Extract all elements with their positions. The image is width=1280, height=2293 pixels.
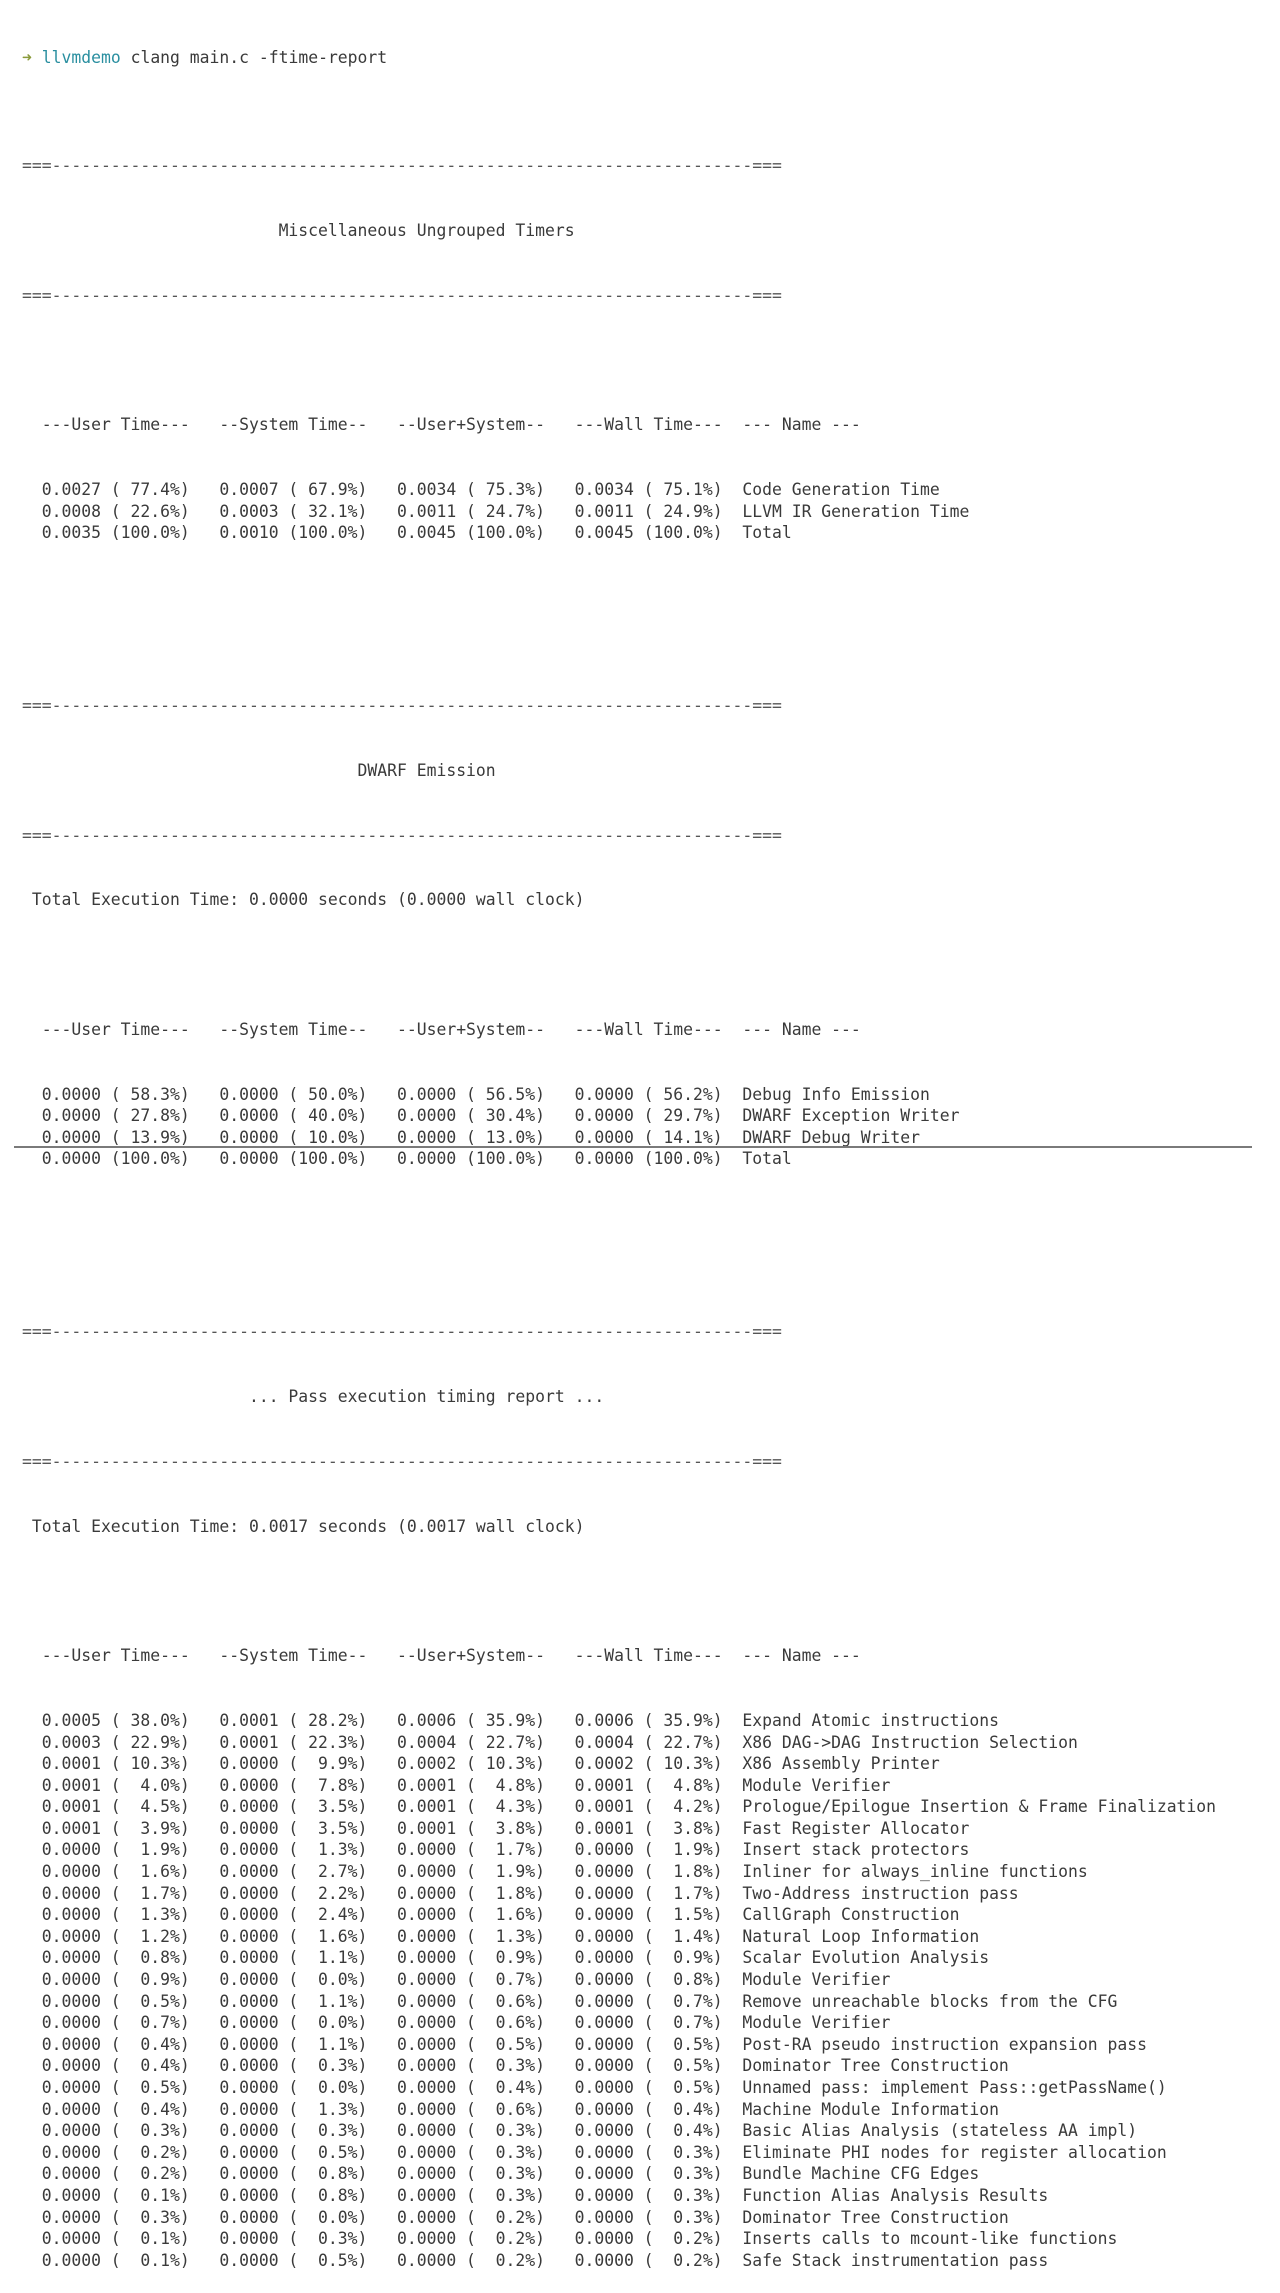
table-row: 0.0000 ( 1.6%) 0.0000 ( 2.7%) 0.0000 ( 1… (22, 1862, 1088, 1882)
total-execution-time: Total Execution Time: 0.0017 seconds (0.… (22, 1516, 585, 1536)
section-separator: ===-------------------------------------… (22, 285, 782, 305)
prompt-command: clang main.c -ftime-report (130, 48, 388, 68)
table-row: 0.0000 ( 27.8%) 0.0000 ( 40.0%) 0.0000 (… (22, 1106, 960, 1126)
total-execution-time: Total Execution Time: 0.0000 seconds (0.… (22, 890, 585, 910)
table-row: 0.0035 (100.0%) 0.0010 (100.0%) 0.0045 (… (22, 523, 792, 543)
terminal-output: ➜ llvmdemo clang main.c -ftime-report ==… (22, 4, 1262, 2293)
table-row: 0.0000 ( 1.2%) 0.0000 ( 1.6%) 0.0000 ( 1… (22, 1926, 980, 1946)
table-row: 0.0001 ( 10.3%) 0.0000 ( 9.9%) 0.0002 ( … (22, 1754, 940, 1774)
prompt-line: ➜ llvmdemo clang main.c -ftime-report (22, 47, 1262, 69)
table-row: 0.0000 ( 0.4%) 0.0000 ( 0.3%) 0.0000 ( 0… (22, 2056, 1009, 2076)
section-separator: ===-------------------------------------… (22, 696, 782, 715)
table-row: 0.0000 ( 0.2%) 0.0000 ( 0.8%) 0.0000 ( 0… (22, 2164, 980, 2184)
table-row: 0.0000 ( 0.8%) 0.0000 ( 1.1%) 0.0000 ( 0… (22, 1948, 990, 1968)
table-row: 0.0000 ( 1.3%) 0.0000 ( 2.4%) 0.0000 ( 1… (22, 1905, 960, 1925)
table-row: 0.0001 ( 3.9%) 0.0000 ( 3.5%) 0.0001 ( 3… (22, 1818, 970, 1838)
table-row: 0.0000 ( 0.5%) 0.0000 ( 1.1%) 0.0000 ( 0… (22, 1991, 1118, 2011)
table-row: 0.0000 ( 0.3%) 0.0000 ( 0.0%) 0.0000 ( 0… (22, 2207, 1009, 2227)
table-row: 0.0001 ( 4.5%) 0.0000 ( 3.5%) 0.0001 ( 4… (22, 1797, 1217, 1817)
section-title: ... Pass execution timing report ... (22, 1387, 605, 1406)
prompt-directory: llvmdemo (41, 48, 121, 68)
section-title: DWARF Emission (22, 760, 496, 780)
section-separator: ===-------------------------------------… (22, 156, 782, 176)
table-row: 0.0000 ( 0.9%) 0.0000 ( 0.0%) 0.0000 ( 0… (22, 1970, 891, 1990)
table-header: ---User Time--- --System Time-- --User+S… (22, 1019, 861, 1039)
section-separator: ===-------------------------------------… (22, 1322, 782, 1342)
table-row: 0.0000 ( 0.3%) 0.0000 ( 0.3%) 0.0000 ( 0… (22, 2121, 1138, 2141)
table-row: 0.0001 ( 4.0%) 0.0000 ( 7.8%) 0.0001 ( 4… (22, 1775, 891, 1795)
prompt-arrow-icon: ➜ (22, 48, 32, 68)
table-row: 0.0000 ( 0.4%) 0.0000 ( 1.3%) 0.0000 ( 0… (22, 2099, 999, 2119)
table-row: 0.0000 ( 0.4%) 0.0000 ( 1.1%) 0.0000 ( 0… (22, 2034, 1147, 2054)
table-row: 0.0000 ( 0.1%) 0.0000 ( 0.5%) 0.0000 ( 0… (22, 2250, 1049, 2270)
table-row: 0.0000 (100.0%) 0.0000 (100.0%) 0.0000 (… (22, 1149, 792, 1169)
table-row: 0.0000 ( 0.7%) 0.0000 ( 0.0%) 0.0000 ( 0… (22, 2013, 891, 2033)
table-header: ---User Time--- --System Time-- --User+S… (22, 1646, 861, 1666)
section-rows: 0.0005 ( 38.0%) 0.0001 ( 28.2%) 0.0006 (… (22, 1710, 1262, 2271)
section-rows: 0.0027 ( 77.4%) 0.0007 ( 67.9%) 0.0034 (… (22, 479, 1262, 544)
table-row: 0.0027 ( 77.4%) 0.0007 ( 67.9%) 0.0034 (… (22, 480, 940, 500)
table-row: 0.0008 ( 22.6%) 0.0003 ( 32.1%) 0.0011 (… (22, 501, 970, 521)
section-separator: ===-------------------------------------… (22, 1451, 782, 1471)
table-row: 0.0000 ( 58.3%) 0.0000 ( 50.0%) 0.0000 (… (22, 1084, 930, 1104)
table-row: 0.0000 ( 0.1%) 0.0000 ( 0.8%) 0.0000 ( 0… (22, 2185, 1049, 2205)
table-row: 0.0000 ( 0.1%) 0.0000 ( 0.3%) 0.0000 ( 0… (22, 2229, 1118, 2249)
table-row: 0.0000 ( 0.5%) 0.0000 ( 0.0%) 0.0000 ( 0… (22, 2078, 1167, 2097)
section-rows: 0.0000 ( 58.3%) 0.0000 ( 50.0%) 0.0000 (… (22, 1084, 1262, 1170)
section-title: Miscellaneous Ungrouped Timers (22, 220, 575, 240)
table-row: 0.0000 ( 0.2%) 0.0000 ( 0.5%) 0.0000 ( 0… (22, 2142, 1167, 2162)
window-bottom-divider (14, 1146, 1252, 1148)
table-row: 0.0000 ( 1.9%) 0.0000 ( 1.3%) 0.0000 ( 1… (22, 1840, 970, 1860)
table-row: 0.0003 ( 22.9%) 0.0001 ( 22.3%) 0.0004 (… (22, 1732, 1078, 1752)
table-row: 0.0000 ( 1.7%) 0.0000 ( 2.2%) 0.0000 ( 1… (22, 1883, 1019, 1903)
table-row: 0.0005 ( 38.0%) 0.0001 ( 28.2%) 0.0006 (… (22, 1710, 999, 1730)
section-separator: ===-------------------------------------… (22, 825, 782, 845)
table-header: ---User Time--- --System Time-- --User+S… (22, 415, 861, 435)
